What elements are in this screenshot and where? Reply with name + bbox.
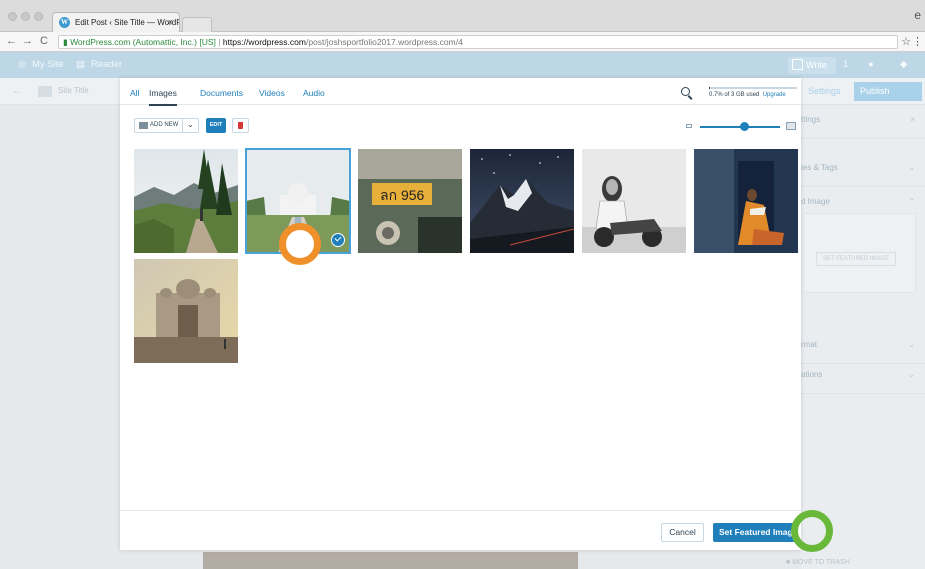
back-icon[interactable]: ← (6, 35, 17, 47)
click-marker-green (791, 510, 833, 552)
media-item-mountain-trail[interactable] (134, 149, 238, 253)
media-item-woman-reading[interactable] (694, 149, 798, 253)
zoom-handle[interactable] (739, 122, 749, 131)
bookmark-star-icon[interactable]: ☆ (901, 35, 911, 48)
chevron-down-icon: ⌄ (908, 370, 915, 379)
media-item-mountain-night[interactable] (470, 149, 574, 253)
set-featured-image-button[interactable]: Set Featured Image (713, 523, 795, 542)
categories-row-label: ies & Tags (801, 163, 838, 172)
secure-origin-label: WordPress.com (Automattic, Inc.) [US] (70, 37, 216, 47)
lock-icon: ▮ (63, 37, 68, 47)
settings-row[interactable]: ttings × (801, 105, 925, 139)
post-image-preview (203, 552, 578, 569)
settings-tab[interactable]: Settings (808, 86, 841, 96)
notifications-icon[interactable]: ◆ (900, 59, 907, 70)
reload-icon[interactable]: C (40, 35, 48, 47)
address-bar-row: ← → C ▮ WordPress.com (Automattic, Inc.)… (0, 32, 925, 52)
wordpress-favicon-icon: W (59, 17, 70, 28)
add-new-label: ADD NEW (150, 122, 179, 128)
reader-icon[interactable]: ▤ (76, 59, 85, 70)
edit-button[interactable]: EDIT (206, 118, 226, 133)
click-marker-orange (279, 223, 321, 265)
locations-row[interactable]: ations ⌄ (801, 360, 925, 394)
editor-back-icon[interactable]: ← (12, 86, 22, 97)
browser-tab[interactable]: W Edit Post ‹ Site Title — WordP × (52, 12, 180, 32)
url-field[interactable]: ▮ WordPress.com (Automattic, Inc.) [US] … (58, 35, 898, 49)
move-to-trash-label: MOVE TO TRASH (792, 559, 850, 566)
tab-all[interactable]: All (130, 88, 139, 98)
count-badge: 1 (843, 59, 849, 70)
media-item-motorcycle-man[interactable] (582, 149, 686, 253)
large-thumbnail-icon (786, 122, 796, 130)
small-thumbnail-icon (686, 124, 692, 128)
site-icon (38, 86, 52, 97)
media-filter-tabs: All Images Documents Videos Audio 0.7% o… (120, 78, 801, 106)
chevron-down-icon[interactable]: ⌄ (187, 118, 194, 131)
upgrade-link[interactable]: Upgrade (763, 92, 786, 98)
locations-row-label: ations (801, 370, 823, 379)
write-icon (792, 59, 803, 70)
featured-image-box: SET FEATURED IMAGE (803, 213, 916, 293)
checkmark-icon (331, 233, 345, 247)
storage-usage: 0.7% of 3 GB used Upgrade (709, 87, 797, 101)
settings-row-label: ttings (801, 115, 821, 124)
publish-button[interactable]: Publish (854, 82, 922, 101)
site-title: Site Title (58, 86, 89, 95)
wp-masterbar: ◎ My Site ▤ Reader Write 1 ● ◆ (0, 52, 925, 78)
zoom-slider[interactable] (686, 120, 796, 132)
url-host: https://wordpress.com (222, 37, 306, 47)
media-item-mosque-haze[interactable] (134, 259, 238, 363)
image-icon (139, 122, 148, 129)
chevron-up-icon: ⌃ (908, 197, 915, 206)
storage-fill (709, 87, 710, 89)
cancel-button[interactable]: Cancel (661, 523, 704, 542)
storage-used-label: 0.7% of 3 GB used (709, 92, 760, 98)
tab-images[interactable]: Images (149, 88, 177, 106)
window-maximize-dot[interactable] (34, 12, 43, 21)
window-minimize-dot[interactable] (21, 12, 30, 21)
reader-link[interactable]: Reader (91, 59, 122, 70)
modal-footer: Cancel Set Featured Image (120, 510, 801, 550)
storage-text: 0.7% of 3 GB used Upgrade (709, 92, 786, 98)
browser-menu-icon[interactable]: ⋮ (912, 35, 923, 48)
write-button[interactable]: Write (788, 57, 836, 74)
chevron-down-icon: ⌄ (908, 163, 915, 172)
close-icon[interactable]: × (910, 115, 915, 124)
chevron-down-icon: ⌄ (908, 340, 915, 349)
url-path: /post/joshsportfolio2017.wordpress.com/4 (305, 37, 463, 47)
add-new-button[interactable]: ADD NEW ⌄ (134, 118, 199, 133)
svg-text:ลก 956: ลก 956 (380, 187, 425, 203)
write-label: Write (806, 60, 827, 70)
tab-audio[interactable]: Audio (303, 88, 325, 98)
avatar[interactable]: ● (868, 59, 874, 70)
profile-icon[interactable]: e (914, 8, 921, 22)
publish-label: Publish (860, 86, 890, 96)
my-site-link[interactable]: My Site (32, 59, 64, 70)
new-tab-button[interactable] (182, 17, 212, 32)
search-icon[interactable] (681, 87, 690, 96)
wordpress-logo-icon[interactable]: ◎ (18, 59, 26, 70)
forward-icon[interactable]: → (22, 35, 33, 47)
media-item-license-plate[interactable]: ลก 956 (358, 149, 462, 253)
categories-row[interactable]: ies & Tags ⌄ (801, 153, 925, 187)
tab-documents[interactable]: Documents (200, 88, 243, 98)
tab-close-icon[interactable]: × (168, 13, 173, 32)
tab-videos[interactable]: Videos (259, 88, 285, 98)
browser-tab-title: Edit Post ‹ Site Title — WordP (75, 18, 180, 27)
format-row-label: rmat (801, 340, 817, 349)
move-to-trash-link[interactable]: ■ MOVE TO TRASH (786, 559, 850, 566)
storage-bar (709, 87, 797, 89)
trash-icon[interactable] (232, 118, 249, 133)
featured-row-label: d Image (801, 197, 830, 206)
window-close-dot[interactable] (8, 12, 17, 21)
browser-tab-strip: W Edit Post ‹ Site Title — WordP × e (0, 0, 925, 32)
set-featured-image-placeholder[interactable]: SET FEATURED IMAGE (816, 252, 897, 266)
format-row[interactable]: rmat ⌄ (801, 330, 925, 364)
